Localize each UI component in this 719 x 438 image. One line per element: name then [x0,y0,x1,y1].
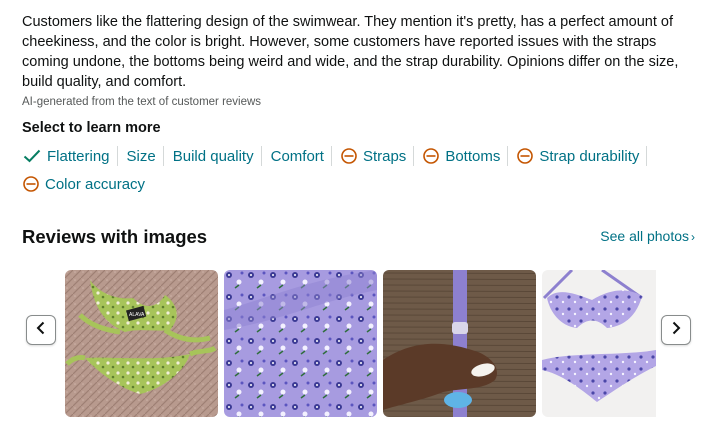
aspect-label: Color accuracy [45,175,146,193]
ai-generated-note: AI-generated from the text of customer r… [22,96,262,108]
photo-lavender-bikini-set[interactable] [542,270,656,417]
photo-green-floral-bikini-on-rug[interactable]: ALAVA [65,270,218,417]
review-summary-text: Customers like the flattering design of … [22,14,679,90]
minus-circle-icon [423,148,440,164]
see-all-photos-label: See all photos [600,228,689,244]
brand-tag-label: ALAVA [129,312,145,318]
aspect-label: Size [126,147,156,165]
minus-circle-icon [517,148,534,164]
aspect-build-quality[interactable]: Build quality [170,146,262,166]
chevron-right-icon [670,321,682,340]
minus-circle-icon [341,148,357,164]
aspect-label: Strap durability [539,147,640,165]
see-all-photos-link[interactable]: See all photos › [600,228,695,244]
aspect-size[interactable]: Size [124,146,164,166]
chevron-right-icon: › [691,230,695,244]
aspect-chip-list: Flattering Size Build quality Comfort St… [20,146,710,194]
carousel-next-button[interactable] [661,315,691,345]
aspect-comfort[interactable]: Comfort [268,146,332,166]
select-to-learn-more-heading: Select to learn more [22,120,161,136]
carousel-prev-button[interactable] [26,315,56,345]
photo-lavender-floral-fabric[interactable] [224,270,377,417]
photo-hand-holding-strap[interactable] [383,270,536,417]
aspect-straps[interactable]: Straps [338,146,415,166]
aspect-strap-durability[interactable]: Strap durability [514,146,648,166]
reviews-with-images-heading: Reviews with images [22,226,208,247]
aspect-label: Build quality [172,147,254,165]
aspect-label: Comfort [270,147,324,165]
aspect-label: Bottoms [445,147,501,165]
checkmark-icon [23,149,41,163]
minus-circle-icon [23,176,39,192]
aspect-color-accuracy[interactable]: Color accuracy [20,174,152,194]
aspect-label: Straps [362,147,407,165]
aspect-flattering[interactable]: Flattering [20,146,118,166]
chevron-left-icon [35,321,47,340]
review-photo-carousel: ALAVA [65,270,656,417]
aspect-bottoms[interactable]: Bottoms [420,146,509,166]
aspect-label: Flattering [47,147,110,165]
